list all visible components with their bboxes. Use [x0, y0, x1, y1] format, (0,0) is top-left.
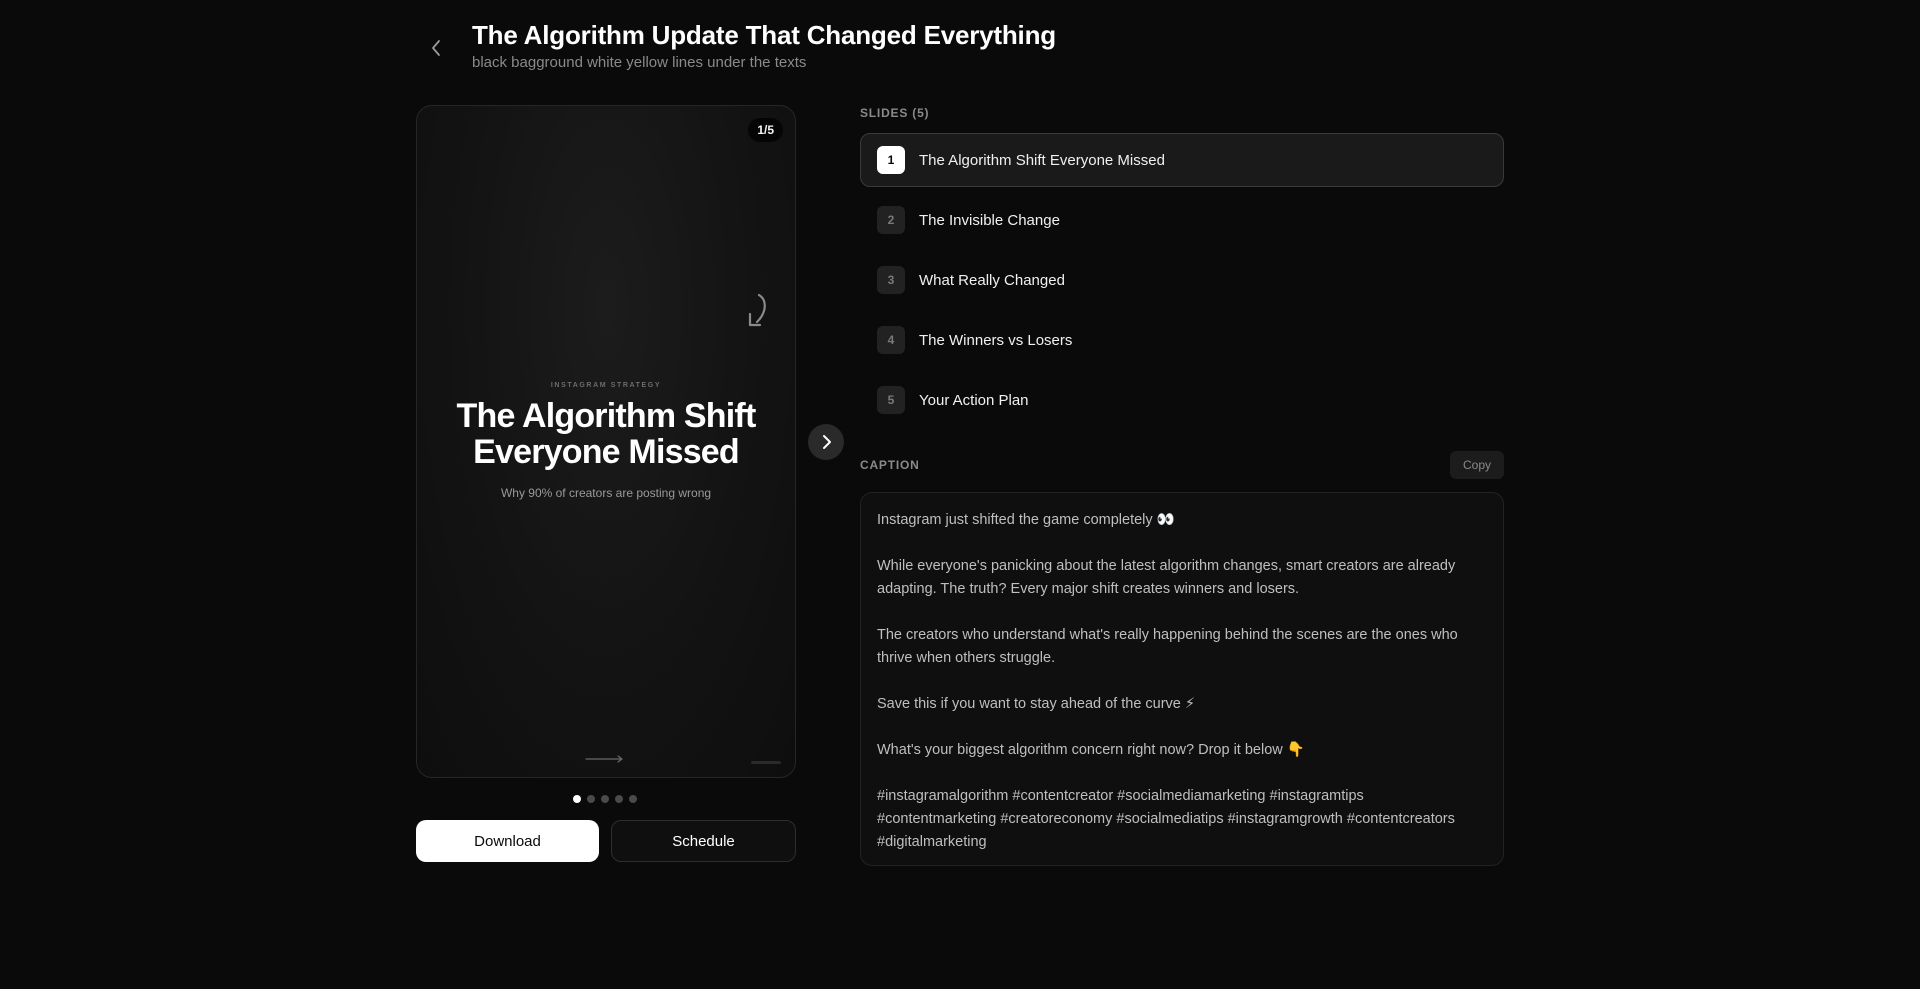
caption-hashtags: #instagramalgorithm #contentcreator #soc…	[877, 788, 1455, 850]
caption-text[interactable]: Instagram just shifted the game complete…	[860, 492, 1504, 866]
caption-paragraph: Instagram just shifted the game complete…	[877, 512, 1175, 528]
chevron-right-icon	[823, 435, 831, 449]
slide-preview: 1/5 INSTAGRAM STRATEGY The Algorithm Shi…	[416, 105, 796, 778]
pagination-dot[interactable]	[615, 795, 623, 803]
curved-arrow-icon	[748, 293, 766, 327]
slide-title: What Really Changed	[919, 271, 1065, 289]
slide-watermark	[751, 761, 781, 764]
chevron-left-icon	[432, 40, 440, 56]
slide-list-item-3[interactable]: 3 What Really Changed	[860, 253, 1504, 307]
pagination-dot[interactable]	[573, 795, 581, 803]
slide-list-item-4[interactable]: 4 The Winners vs Losers	[860, 313, 1504, 367]
slide-list-item-5[interactable]: 5 Your Action Plan	[860, 373, 1504, 427]
slide-number: 5	[877, 386, 905, 414]
slide-title: The Invisible Change	[919, 211, 1060, 229]
slide-number: 1	[877, 146, 905, 174]
caption-paragraph: Save this if you want to stay ahead of t…	[877, 696, 1196, 712]
slide-number: 3	[877, 266, 905, 294]
slide-list-item-2[interactable]: 2 The Invisible Change	[860, 193, 1504, 247]
pagination-dot[interactable]	[587, 795, 595, 803]
copy-caption-button[interactable]: Copy	[1450, 451, 1504, 479]
caption-paragraph: While everyone's panicking about the lat…	[877, 558, 1456, 597]
pagination-dot[interactable]	[601, 795, 609, 803]
slide-number: 2	[877, 206, 905, 234]
slide-title: The Winners vs Losers	[919, 331, 1073, 349]
schedule-button[interactable]: Schedule	[611, 820, 796, 862]
slide-title: Your Action Plan	[919, 391, 1029, 409]
slide-subheadline: Why 90% of creators are posting wrong	[500, 486, 712, 500]
page-subtitle: black bagground white yellow lines under…	[472, 54, 807, 71]
download-button[interactable]: Download	[416, 820, 599, 862]
slide-number: 4	[877, 326, 905, 354]
slide-title: The Algorithm Shift Everyone Missed	[919, 151, 1165, 169]
slide-counter: 1/5	[748, 118, 783, 142]
carousel-editor-page: The Algorithm Update That Changed Everyt…	[0, 0, 1920, 989]
pagination-dots	[573, 795, 637, 803]
slide-list: 1 The Algorithm Shift Everyone Missed 2 …	[860, 133, 1504, 433]
pagination-dot[interactable]	[629, 795, 637, 803]
slide-headline: The Algorithm Shift Everyone Missed	[456, 397, 757, 471]
caption-paragraph: The creators who understand what's reall…	[877, 627, 1458, 666]
back-button[interactable]	[422, 34, 450, 62]
long-arrow-right-icon	[585, 755, 623, 763]
caption-section-label: CAPTION	[860, 458, 920, 472]
slide-kicker: INSTAGRAM STRATEGY	[550, 382, 662, 389]
page-title: The Algorithm Update That Changed Everyt…	[472, 20, 1056, 50]
slide-list-item-1[interactable]: 1 The Algorithm Shift Everyone Missed	[860, 133, 1504, 187]
caption-paragraph: What's your biggest algorithm concern ri…	[877, 742, 1305, 758]
next-slide-button[interactable]	[808, 424, 844, 460]
slides-section-label: SLIDES (5)	[860, 106, 930, 120]
